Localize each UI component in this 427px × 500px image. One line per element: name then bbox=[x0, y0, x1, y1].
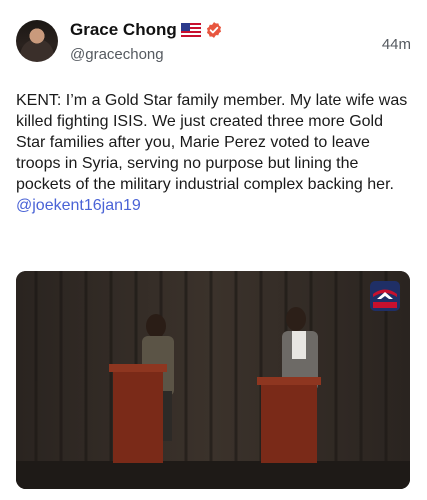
avatar[interactable] bbox=[16, 20, 58, 62]
mention-link[interactable]: @joekent16jan19 bbox=[16, 195, 411, 216]
post-body: KENT: I’m a Gold Star family member. My … bbox=[16, 90, 411, 216]
video-frame bbox=[16, 271, 410, 489]
post-text: KENT: I’m a Gold Star family member. My … bbox=[16, 92, 408, 193]
post-video[interactable] bbox=[16, 271, 410, 489]
post-timestamp[interactable]: 44m bbox=[382, 36, 411, 53]
warroom-logo-icon bbox=[368, 279, 402, 313]
us-flag-icon bbox=[180, 22, 201, 38]
author-row: Grace Chong bbox=[70, 20, 223, 40]
author-handle[interactable]: @gracechong bbox=[70, 46, 164, 63]
author-name[interactable]: Grace Chong bbox=[70, 20, 177, 40]
verified-badge-icon bbox=[205, 21, 223, 39]
